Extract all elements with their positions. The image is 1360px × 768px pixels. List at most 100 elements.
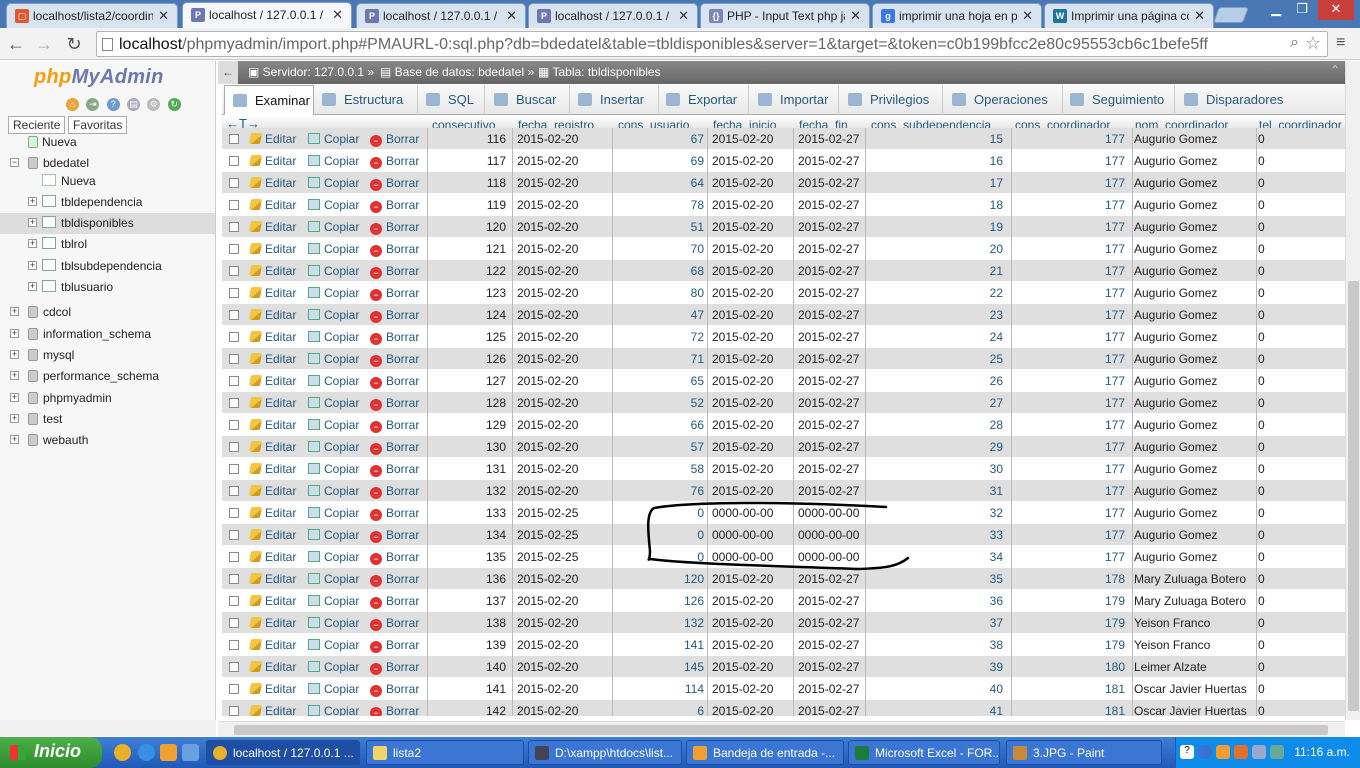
copy-link[interactable]: Copiar bbox=[308, 330, 359, 344]
row-checkbox[interactable] bbox=[229, 200, 239, 210]
expand-icon[interactable]: + bbox=[28, 261, 37, 270]
volume-icon[interactable] bbox=[1270, 745, 1284, 759]
expand-icon[interactable]: + bbox=[28, 282, 37, 291]
expand-icon[interactable]: + bbox=[10, 393, 19, 402]
copy-link[interactable]: Copiar bbox=[308, 462, 359, 476]
copy-link[interactable]: Copiar bbox=[308, 660, 359, 674]
row-checkbox[interactable] bbox=[229, 662, 239, 672]
delete-link[interactable]: − Borrar bbox=[370, 308, 419, 323]
collapse-sidebar-icon[interactable]: ← bbox=[218, 61, 238, 84]
tab-sql[interactable]: SQL bbox=[426, 85, 474, 115]
table-row[interactable]: Editar Copiar − Borrar 123 2015-02-20 80 2015-0… bbox=[222, 282, 1346, 304]
edit-link[interactable]: Editar bbox=[249, 550, 296, 564]
close-tab-icon[interactable]: ✕ bbox=[678, 8, 689, 24]
table-row[interactable]: Editar Copiar − Borrar 129 2015-02-20 66 2015-0… bbox=[222, 414, 1346, 436]
copy-link[interactable]: Copiar bbox=[308, 682, 359, 696]
table-row[interactable]: Editar Copiar − Borrar 136 2015-02-20 120 2015-… bbox=[222, 568, 1346, 590]
scroll-thumb[interactable] bbox=[1348, 281, 1359, 711]
close-tab-icon[interactable]: ✕ bbox=[506, 8, 517, 24]
close-tab-icon[interactable]: ✕ bbox=[332, 7, 343, 23]
row-checkbox[interactable] bbox=[229, 508, 239, 518]
delete-link[interactable]: − Borrar bbox=[370, 352, 419, 367]
edit-link[interactable]: Editar bbox=[249, 462, 296, 476]
row-checkbox[interactable] bbox=[229, 266, 239, 276]
taskbar-item[interactable]: 3.JPG - Paint bbox=[1006, 740, 1162, 765]
edit-link[interactable]: Editar bbox=[249, 594, 296, 608]
delete-link[interactable]: − Borrar bbox=[370, 286, 419, 301]
table-row[interactable]: Editar Copiar − Borrar 130 2015-02-20 57 2015-0… bbox=[222, 436, 1346, 458]
tab-examinar[interactable]: Examinar bbox=[224, 85, 314, 115]
copy-link[interactable]: Copiar bbox=[308, 264, 359, 278]
tree-item-table[interactable]: + tblsubdependencia bbox=[0, 256, 215, 277]
edit-link[interactable]: Editar bbox=[249, 396, 296, 410]
close-tab-icon[interactable]: ✕ bbox=[158, 8, 169, 24]
row-checkbox[interactable] bbox=[229, 398, 239, 408]
edit-link[interactable]: Editar bbox=[249, 616, 296, 630]
row-checkbox[interactable] bbox=[229, 618, 239, 628]
table-row[interactable]: Editar Copiar − Borrar 128 2015-02-20 52 2015-0… bbox=[222, 392, 1346, 414]
edit-link[interactable]: Editar bbox=[249, 418, 296, 432]
tree-item-database[interactable]: + cdcol bbox=[0, 302, 215, 323]
expand-icon[interactable]: + bbox=[28, 218, 37, 227]
taskbar-item[interactable]: Microsoft Excel - FOR... bbox=[848, 740, 1000, 765]
close-tab-icon[interactable]: ✕ bbox=[1022, 8, 1033, 24]
tree-item-new[interactable]: Nueva bbox=[0, 132, 215, 153]
copy-link[interactable]: Copiar bbox=[308, 352, 359, 366]
horizontal-scrollbar[interactable] bbox=[218, 721, 1345, 737]
settings-icon[interactable]: ⚙ bbox=[147, 98, 161, 111]
taskbar-item[interactable]: localhost / 127.0.0.1 ... bbox=[206, 740, 360, 765]
delete-link[interactable]: − Borrar bbox=[370, 484, 419, 499]
delete-link[interactable]: − Borrar bbox=[370, 374, 419, 389]
tree-item-database[interactable]: + webauth bbox=[0, 430, 215, 451]
delete-link[interactable]: − Borrar bbox=[370, 396, 419, 411]
tree-item-table[interactable]: + tblrol bbox=[0, 234, 215, 255]
taskbar-item[interactable]: Bandeja de entrada -... bbox=[686, 740, 844, 765]
copy-link[interactable]: Copiar bbox=[308, 396, 359, 410]
table-row[interactable]: Editar Copiar − Borrar 132 2015-02-20 76 2015-0… bbox=[222, 480, 1346, 502]
delete-link[interactable]: − Borrar bbox=[370, 704, 419, 716]
row-checkbox[interactable] bbox=[229, 134, 239, 144]
copy-link[interactable]: Copiar bbox=[308, 638, 359, 652]
minimize-icon[interactable]: ▁ bbox=[1264, 0, 1288, 20]
tab-buscar[interactable]: Buscar bbox=[494, 85, 556, 115]
table-row[interactable]: Editar Copiar − Borrar 120 2015-02-20 51 2015-0… bbox=[222, 216, 1346, 238]
table-row[interactable]: Editar Copiar − Borrar 116 2015-02-20 67 2015-0… bbox=[222, 128, 1346, 150]
edit-link[interactable]: Editar bbox=[249, 638, 296, 652]
delete-link[interactable]: − Borrar bbox=[370, 330, 419, 345]
row-checkbox[interactable] bbox=[229, 464, 239, 474]
breadcrumb-database[interactable]: ▤ Base de datos: bdedatel » bbox=[380, 65, 534, 79]
expand-icon[interactable]: + bbox=[28, 239, 37, 248]
copy-link[interactable]: Copiar bbox=[308, 528, 359, 542]
tab-seguimiento[interactable]: Seguimiento bbox=[1070, 85, 1164, 115]
expand-icon[interactable]: + bbox=[10, 435, 19, 444]
table-row[interactable]: Editar Copiar − Borrar 135 2015-02-25 0 0000-00… bbox=[222, 546, 1346, 568]
delete-link[interactable]: − Borrar bbox=[370, 154, 419, 169]
row-checkbox[interactable] bbox=[229, 420, 239, 430]
table-row[interactable]: Editar Copiar − Borrar 140 2015-02-20 145 2015-… bbox=[222, 656, 1346, 678]
copy-link[interactable]: Copiar bbox=[308, 242, 359, 256]
table-row[interactable]: Editar Copiar − Borrar 124 2015-02-20 47 2015-0… bbox=[222, 304, 1346, 326]
tab-insertar[interactable]: Insertar bbox=[578, 85, 644, 115]
delete-link[interactable]: − Borrar bbox=[370, 242, 419, 257]
browser-tab-5[interactable]: {} PHP - Input Text php jav ✕ bbox=[700, 3, 870, 28]
copy-link[interactable]: Copiar bbox=[308, 550, 359, 564]
edit-link[interactable]: Editar bbox=[249, 484, 296, 498]
row-checkbox[interactable] bbox=[229, 354, 239, 364]
table-row[interactable]: Editar Copiar − Borrar 141 2015-02-20 114 2015-… bbox=[222, 678, 1346, 700]
tree-item-database[interactable]: + performance_schema bbox=[0, 366, 215, 387]
table-row[interactable]: Editar Copiar − Borrar 127 2015-02-20 65 2015-0… bbox=[222, 370, 1346, 392]
address-bar[interactable]: localhost/phpmyadmin/import.php#PMAURL-0… bbox=[96, 31, 1328, 57]
expand-icon[interactable]: + bbox=[28, 197, 37, 206]
edit-link[interactable]: Editar bbox=[249, 506, 296, 520]
refresh-icon[interactable]: ↻ bbox=[167, 98, 181, 111]
taskbar-item[interactable]: D:\xampp\htdocs\list... bbox=[528, 740, 682, 765]
edit-link[interactable]: Editar bbox=[249, 572, 296, 586]
edit-link[interactable]: Editar bbox=[249, 528, 296, 542]
copy-link[interactable]: Copiar bbox=[308, 484, 359, 498]
row-checkbox[interactable] bbox=[229, 530, 239, 540]
tree-item-table[interactable]: + tbldisponibles bbox=[0, 213, 215, 234]
forward-icon[interactable]: → bbox=[32, 32, 56, 56]
delete-link[interactable]: − Borrar bbox=[370, 572, 419, 587]
tab-privilegios[interactable]: Privilegios bbox=[848, 85, 929, 115]
tree-item-database[interactable]: + test bbox=[0, 409, 215, 430]
